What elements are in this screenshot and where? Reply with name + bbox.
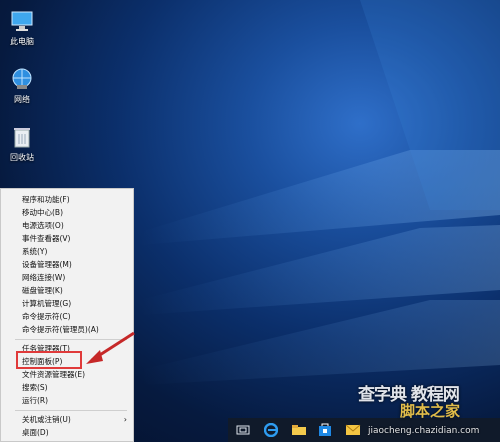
task-view-icon	[236, 425, 250, 435]
menu-separator	[15, 339, 127, 340]
menu-item-desktop[interactable]: 桌面(D)	[1, 427, 133, 439]
desktop-icon-label: 此电脑	[10, 37, 34, 46]
site-watermark: 查字典 教程网 脚本之家 jiaocheng.chazidian.com	[356, 380, 500, 442]
control-panel-highlight	[16, 351, 82, 369]
menu-item-computer-management[interactable]: 计算机管理(G)	[1, 298, 133, 310]
menu-separator	[15, 410, 127, 411]
task-view-button[interactable]	[230, 418, 256, 442]
chevron-right-icon: ›	[123, 415, 127, 424]
desktop-icon-label: 网络	[14, 95, 30, 104]
computer-icon	[9, 8, 35, 34]
edge-button[interactable]	[258, 418, 284, 442]
watermark-url: jiaocheng.chazidian.com	[368, 426, 480, 436]
desktop-icon-recycle-bin[interactable]: 回收站	[2, 124, 42, 163]
winx-context-menu: 程序和功能(F) 移动中心(B) 电源选项(O) 事件查看器(V) 系统(Y) …	[0, 188, 134, 442]
menu-item-event-viewer[interactable]: 事件查看器(V)	[1, 233, 133, 245]
store-icon	[319, 423, 331, 436]
desktop-icon-this-pc[interactable]: 此电脑	[2, 8, 42, 47]
menu-item-command-prompt[interactable]: 命令提示符(C)	[1, 311, 133, 323]
menu-item-programs-features[interactable]: 程序和功能(F)	[1, 194, 133, 206]
menu-item-power-options[interactable]: 电源选项(O)	[1, 220, 133, 232]
desktop-icon-network[interactable]: 网络	[2, 66, 42, 105]
network-icon	[9, 66, 35, 92]
menu-item-mobility-center[interactable]: 移动中心(B)	[1, 207, 133, 219]
watermark-line2: 脚本之家	[400, 402, 461, 420]
menu-item-network-connections[interactable]: 网络连接(W)	[1, 272, 133, 284]
menu-item-search[interactable]: 搜索(S)	[1, 382, 133, 394]
menu-item-file-explorer[interactable]: 文件资源管理器(E)	[1, 369, 133, 381]
file-explorer-button[interactable]	[286, 418, 312, 442]
menu-item-disk-management[interactable]: 磁盘管理(K)	[1, 285, 133, 297]
edge-icon	[264, 423, 278, 437]
menu-item-run[interactable]: 运行(R)	[1, 395, 133, 407]
menu-item-shutdown-signout[interactable]: 关机或注销(U) ›	[1, 414, 133, 426]
menu-item-device-manager[interactable]: 设备管理器(M)	[1, 259, 133, 271]
menu-item-system[interactable]: 系统(Y)	[1, 246, 133, 258]
file-explorer-icon	[292, 425, 306, 435]
recycle-bin-icon	[9, 124, 35, 150]
menu-item-command-prompt-admin[interactable]: 命令提示符(管理员)(A)	[1, 324, 133, 336]
desktop-icon-label: 回收站	[10, 153, 34, 162]
menu-item-label: 关机或注销(U)	[22, 415, 71, 424]
store-button[interactable]	[312, 418, 338, 442]
